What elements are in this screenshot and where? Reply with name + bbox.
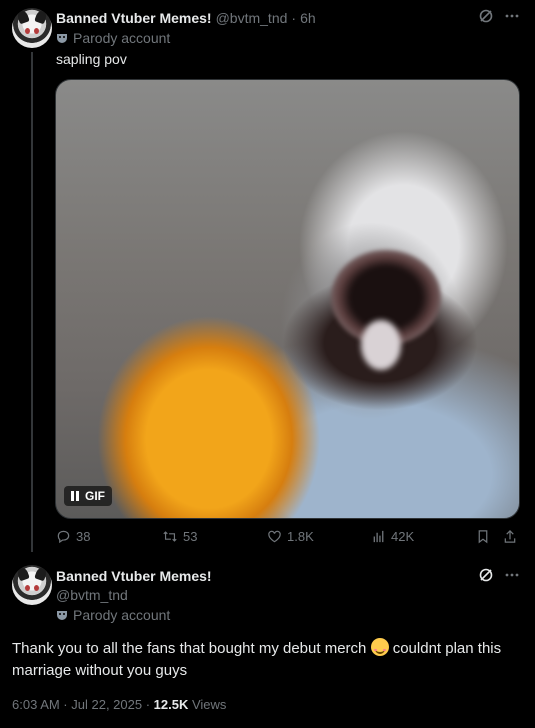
views-count: 12.5K	[153, 697, 189, 712]
heart-icon	[268, 530, 281, 543]
parody-label: Parody account	[56, 607, 170, 623]
parody-text: Parody account	[73, 607, 171, 623]
avatar[interactable]	[12, 8, 52, 48]
views-icon	[373, 530, 384, 543]
grok-icon[interactable]	[478, 567, 494, 587]
share-icon[interactable]	[503, 529, 517, 548]
handle[interactable]: @bvtm_tnd	[56, 587, 128, 603]
post-time[interactable]: 6h	[300, 10, 316, 26]
handle[interactable]: @bvtm_tnd	[216, 10, 288, 26]
gif-badge[interactable]: GIF	[64, 486, 112, 506]
repost-icon	[163, 531, 177, 542]
bookmark-icon[interactable]	[476, 529, 490, 548]
reply-icon	[57, 530, 70, 544]
repost-count: 53	[183, 529, 198, 544]
more-dots-icon[interactable]	[504, 567, 520, 587]
thread-line	[31, 52, 33, 552]
parody-label: Parody account	[56, 30, 170, 46]
reply-count: 38	[76, 529, 91, 544]
tweet-text-part1: Thank you to all the fans that bought my…	[12, 640, 371, 657]
like-button[interactable]: 1.8K	[267, 529, 314, 544]
reply-button[interactable]: 38	[56, 529, 90, 544]
views-count: 42K	[391, 529, 415, 544]
tweet-header: Banned Vtuber Memes! @bvtm_tnd · 6h	[56, 10, 316, 26]
gif-label: GIF	[85, 489, 105, 503]
tweet-meta: 6:03 AM · Jul 22, 2025 · 12.5K Views	[12, 697, 226, 712]
display-name[interactable]: Banned Vtuber Memes!	[56, 568, 212, 584]
grok-icon[interactable]	[478, 8, 494, 28]
views-button[interactable]: 42K	[372, 529, 414, 544]
gif-media[interactable]	[55, 79, 520, 519]
avatar[interactable]	[12, 565, 52, 605]
parody-mask-icon	[57, 611, 67, 620]
smiling-face-emoji-icon	[370, 638, 389, 656]
tweet-text: Thank you to all the fans that bought my…	[12, 638, 522, 682]
views-label: Views	[188, 697, 227, 712]
separator-dot: ·	[291, 10, 297, 26]
parody-mask-icon	[57, 34, 67, 43]
repost-button[interactable]: 53	[162, 529, 197, 544]
timestamp[interactable]: 6:03 AM · Jul 22, 2025 ·	[12, 697, 154, 712]
more-dots-icon[interactable]	[504, 8, 520, 28]
like-count: 1.8K	[287, 529, 314, 544]
parody-text: Parody account	[73, 30, 171, 46]
tweet-text: sapling pov	[56, 51, 127, 67]
pause-icon[interactable]	[71, 491, 79, 501]
display-name[interactable]: Banned Vtuber Memes!	[56, 10, 212, 26]
